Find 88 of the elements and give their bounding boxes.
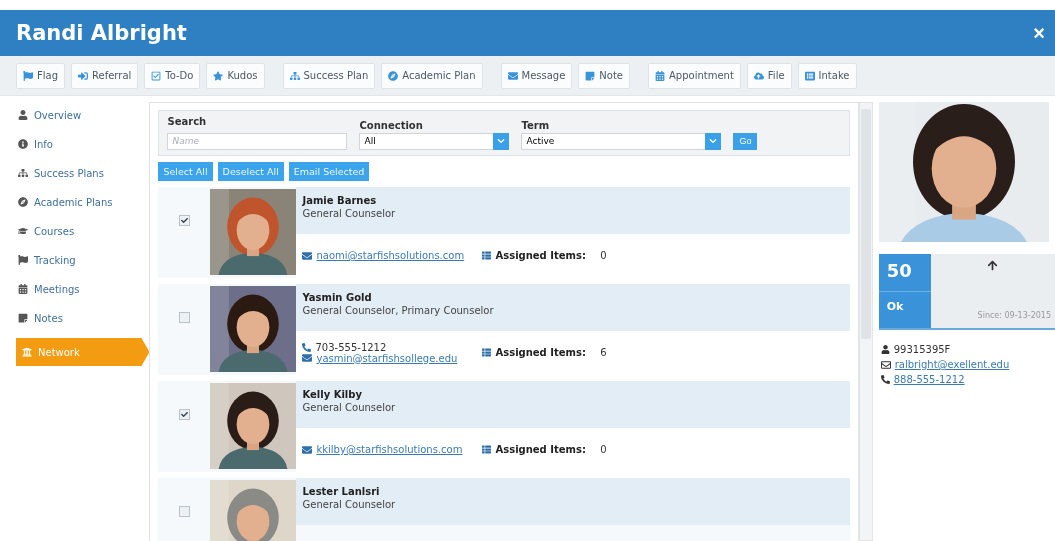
field-label: Search bbox=[167, 116, 208, 127]
contact-name: Kelly Kilby bbox=[302, 388, 363, 400]
checkbox[interactable] bbox=[179, 408, 190, 420]
phone-icon bbox=[302, 342, 312, 352]
sidebar-item[interactable]: Info bbox=[18, 135, 150, 153]
email-link[interactable]: naomi@starfishsolutions.com bbox=[316, 250, 465, 261]
toolbar-button[interactable]: File bbox=[746, 62, 792, 89]
connection-dropdown[interactable]: All bbox=[359, 132, 510, 150]
arrow-up-icon bbox=[987, 260, 999, 271]
user-icon bbox=[880, 345, 890, 354]
sidebar-icon bbox=[18, 139, 28, 149]
list-icon bbox=[482, 445, 492, 454]
score-value: 50 bbox=[878, 254, 931, 292]
email-link[interactable]: ralbright@exellent.edu bbox=[894, 359, 1010, 370]
contact-name: Jamie Barnes bbox=[302, 194, 378, 206]
close-button[interactable]: × bbox=[1033, 21, 1045, 45]
toolbar-button[interactable]: Message bbox=[500, 62, 573, 89]
phone-icon bbox=[880, 375, 890, 384]
toolbar-icon bbox=[753, 70, 764, 81]
checkbox[interactable] bbox=[179, 311, 190, 323]
chevron-icon bbox=[709, 137, 718, 145]
assigned-label: Assigned Items: bbox=[495, 250, 586, 261]
mail-icon bbox=[302, 250, 313, 261]
sidebar-item[interactable]: Courses bbox=[18, 222, 150, 240]
assigned-label: Assigned Items: bbox=[495, 444, 586, 455]
toolbar-button[interactable]: Success Plan bbox=[282, 62, 376, 89]
toolbar-button[interactable]: Academic Plan bbox=[381, 62, 483, 89]
since-date: Since: 09-13-2015 bbox=[977, 311, 1051, 320]
toolbar-icon bbox=[23, 70, 33, 81]
toolbar-icon bbox=[655, 70, 665, 81]
sidebar-icon bbox=[18, 313, 28, 323]
toolbar-button[interactable]: Kudos bbox=[206, 62, 265, 89]
toolbar-button[interactable]: To-Do bbox=[144, 62, 201, 89]
toolbar-icon bbox=[388, 70, 399, 81]
field-label: Term bbox=[521, 119, 551, 131]
assigned-count: 0 bbox=[600, 250, 607, 261]
field-label: Connection bbox=[359, 119, 424, 131]
sidebar-icon bbox=[18, 168, 28, 178]
assigned-count: 0 bbox=[600, 444, 607, 455]
contact-role: General Counselor bbox=[302, 498, 397, 510]
contact-role: General Counselor bbox=[302, 401, 397, 413]
sidebar-icon bbox=[18, 226, 28, 236]
student-id: 99315395F bbox=[893, 344, 951, 355]
sidebar-icon bbox=[18, 284, 28, 294]
toolbar-button[interactable]: Note bbox=[578, 62, 630, 89]
mail-icon bbox=[880, 359, 891, 370]
term-dropdown[interactable]: Active bbox=[521, 132, 722, 150]
assigned-label: Assigned Items: bbox=[495, 347, 586, 358]
contact-role: General Counselor bbox=[302, 207, 397, 219]
sidebar-item[interactable]: Success Plans bbox=[18, 164, 150, 182]
sidebar-item[interactable]: Tracking bbox=[18, 251, 150, 269]
list-icon bbox=[482, 251, 492, 260]
toolbar-button[interactable]: Intake bbox=[797, 62, 857, 89]
phone-link[interactable]: 888-555-1212 bbox=[893, 374, 965, 385]
mail-icon bbox=[302, 444, 313, 455]
score-status: Ok bbox=[885, 299, 905, 313]
contact-role: General Counselor, Primary Counselor bbox=[302, 304, 495, 316]
email-link[interactable]: kkilby@starfishsolutions.com bbox=[316, 444, 463, 455]
sidebar-item[interactable]: Meetings bbox=[18, 280, 150, 298]
toolbar-icon bbox=[289, 70, 300, 81]
search-field[interactable]: Name bbox=[167, 132, 348, 150]
sidebar-icon bbox=[18, 110, 28, 120]
email-link[interactable]: yasmin@starfishsollege.edu bbox=[316, 352, 458, 364]
chevron-icon bbox=[497, 137, 506, 145]
toolbar-icon bbox=[804, 70, 815, 81]
toolbar-button[interactable]: Referral bbox=[71, 62, 139, 89]
list-icon bbox=[482, 348, 492, 357]
toolbar-button[interactable]: Appointment bbox=[648, 62, 741, 89]
toolbar-icon bbox=[78, 70, 88, 81]
phone-number: 703-555-1212 bbox=[315, 341, 387, 353]
toolbar-icon bbox=[213, 70, 224, 81]
contact-name: Lester Lanlsri bbox=[302, 485, 381, 497]
assigned-count: 6 bbox=[600, 347, 607, 358]
mail-icon bbox=[302, 353, 313, 363]
sidebar-item[interactable]: Academic Plans bbox=[18, 193, 150, 211]
toolbar-icon bbox=[151, 70, 162, 81]
checkbox[interactable] bbox=[179, 505, 190, 517]
sidebar-icon bbox=[18, 197, 28, 207]
contact-name: Yasmin Gold bbox=[302, 291, 373, 303]
sidebar-item[interactable]: Notes bbox=[18, 309, 150, 327]
toolbar-button[interactable]: Flag bbox=[16, 62, 65, 89]
toolbar-icon bbox=[507, 70, 518, 81]
sidebar-icon bbox=[22, 347, 32, 357]
window-title: Randi Albright bbox=[16, 21, 187, 45]
toolbar-icon bbox=[585, 70, 596, 81]
sidebar-icon bbox=[18, 255, 28, 265]
sidebar-item[interactable]: Overview bbox=[18, 106, 150, 124]
checkbox[interactable] bbox=[179, 214, 190, 226]
